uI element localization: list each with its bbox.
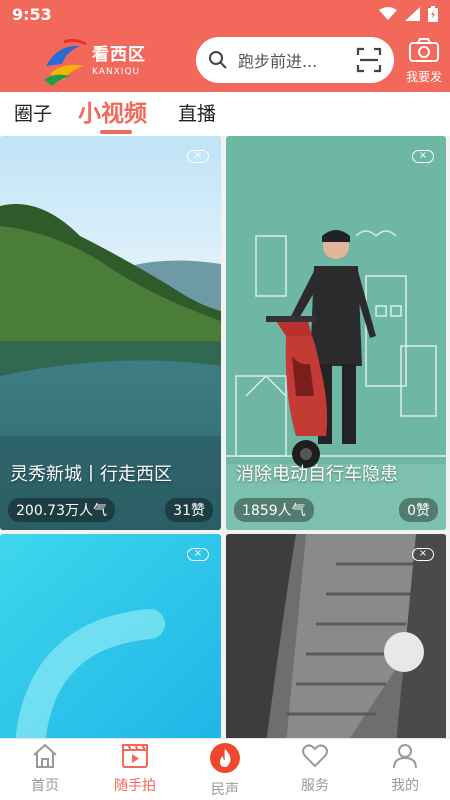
video-title: 灵秀新城丨行走西区 (10, 464, 172, 485)
tab-circle[interactable]: 圈子 (14, 92, 52, 136)
search-icon (209, 51, 227, 69)
publish-label: 我要发 (405, 70, 442, 84)
nav-home-label: 首页 (31, 778, 59, 794)
camera-icon (409, 38, 439, 62)
person-icon (393, 744, 417, 769)
tab-live[interactable]: 直播 (178, 92, 216, 136)
likes-badge: 31赞 (165, 498, 213, 522)
views-badge: 200.73万人气 (8, 498, 115, 522)
logo-text: 看西区 KANXIQU (92, 40, 146, 77)
status-bar: 9:53 (0, 0, 450, 28)
clapperboard-icon (122, 744, 148, 768)
screen: 9:53 看西区 KANXIQU 跑步前进... 我要发 圈子 小视频 直播 ×… (0, 0, 450, 800)
signal-icon (405, 7, 420, 21)
content-tabs: 圈子 小视频 直播 (0, 92, 450, 136)
app-header: 看西区 KANXIQU 跑步前进... 我要发 (0, 28, 450, 92)
wifi-icon (379, 7, 397, 20)
close-icon[interactable]: × (412, 150, 434, 163)
video-thumbnail (0, 534, 221, 738)
home-icon (33, 743, 57, 768)
scan-icon[interactable] (356, 47, 382, 73)
status-time: 9:53 (12, 4, 52, 24)
nav-profile-label: 我的 (391, 778, 419, 794)
nav-voice[interactable]: 民声 (180, 739, 270, 800)
search-bar[interactable]: 跑步前进... (196, 37, 394, 83)
active-tab-indicator (100, 130, 132, 134)
video-title: 消除电动自行车隐患 (236, 464, 398, 485)
nav-home[interactable]: 首页 (0, 739, 90, 800)
nav-service-label: 服务 (301, 778, 329, 794)
nav-service[interactable]: 服务 (270, 739, 360, 800)
heart-icon (302, 744, 328, 768)
app-name: 看西区 (92, 45, 146, 65)
publish-button[interactable]: 我要发 (402, 38, 446, 86)
app-name-en: KANXIQU (92, 67, 141, 77)
search-placeholder[interactable]: 跑步前进... (238, 48, 356, 72)
close-icon[interactable]: × (412, 548, 434, 561)
video-thumbnail (226, 534, 446, 738)
bottom-nav: 首页 随手拍 民声 服务 我的 (0, 738, 450, 800)
views-badge: 1859人气 (234, 498, 314, 522)
nav-profile[interactable]: 我的 (360, 739, 450, 800)
likes-badge: 0赞 (399, 498, 438, 522)
battery-icon (428, 6, 438, 22)
nav-snapshot-label: 随手拍 (114, 778, 156, 794)
video-card[interactable]: × (226, 534, 446, 738)
status-icons (379, 6, 438, 22)
video-card[interactable]: × 消除电动自行车隐患 1859人气 0赞 (226, 136, 446, 530)
nav-snapshot[interactable]: 随手拍 (90, 739, 180, 800)
video-grid: × 灵秀新城丨行走西区 200.73万人气 31赞 × 消除电动自行车隐患 18… (0, 136, 450, 738)
video-card[interactable]: × 灵秀新城丨行走西区 200.73万人气 31赞 (0, 136, 221, 530)
flame-icon (210, 743, 240, 773)
nav-voice-label: 民声 (211, 782, 239, 798)
close-icon[interactable]: × (187, 548, 209, 561)
video-card[interactable]: × (0, 534, 221, 738)
close-icon[interactable]: × (187, 150, 209, 163)
